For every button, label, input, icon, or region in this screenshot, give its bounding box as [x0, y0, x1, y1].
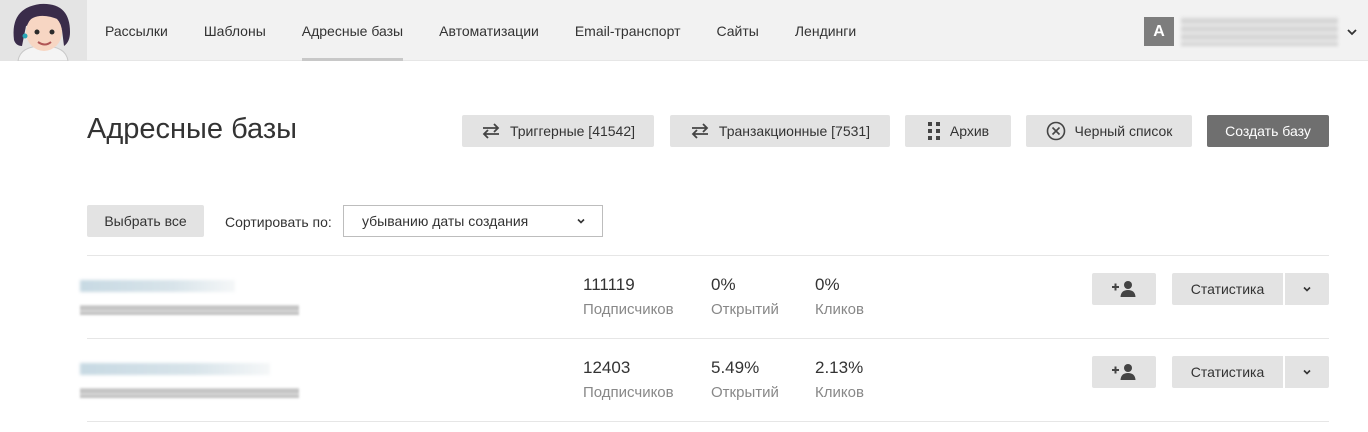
subscribers-value: 111119: [583, 275, 635, 294]
base-name-redacted[interactable]: [80, 363, 270, 375]
clicks-value: 2.13%: [815, 358, 864, 377]
clicks-label: Кликов: [815, 384, 864, 401]
transactional-button-label: Транзакционные [7531]: [718, 123, 871, 139]
nav-item-automations[interactable]: Автоматизации: [421, 0, 557, 61]
triggered-button[interactable]: Триггерные [41542]: [462, 115, 654, 147]
user-menu[interactable]: A: [1144, 17, 1358, 46]
archive-button[interactable]: Архив: [905, 115, 1011, 147]
circle-x-icon: [1046, 121, 1065, 141]
nav-item-sites[interactable]: Сайты: [699, 0, 777, 61]
table-row: 12403 Подписчиков 5.49% Открытий 2.13% К…: [80, 339, 1329, 421]
nav-item-templates[interactable]: Шаблоны: [186, 0, 284, 61]
nav-item-address-books[interactable]: Адресные базы: [284, 0, 421, 61]
add-subscriber-button[interactable]: [1092, 273, 1156, 305]
clicks-value: 0%: [815, 275, 840, 294]
opens-value: 0%: [711, 275, 736, 294]
subscribers-value: 12403: [583, 358, 631, 377]
subscribers-label: Подписчиков: [583, 301, 674, 318]
page-title: Адресные базы: [87, 113, 297, 145]
base-description-redacted: [80, 388, 299, 398]
row-actions-dropdown[interactable]: [1284, 273, 1329, 305]
user-name-redacted: [1181, 17, 1338, 46]
grid-dots-icon: [927, 122, 940, 140]
chevron-down-icon: [1347, 28, 1357, 35]
archive-button-label: Архив: [949, 123, 990, 139]
base-description-redacted: [80, 305, 299, 315]
subscribers-label: Подписчиков: [583, 384, 674, 401]
top-navigation-bar: Рассылки Шаблоны Адресные базы Автоматиз…: [0, 0, 1368, 61]
user-initial-badge: A: [1144, 17, 1174, 46]
chevron-down-icon: [1303, 369, 1311, 375]
table-row: 111119 Подписчиков 0% Открытий 0% Кликов…: [80, 256, 1329, 338]
select-all-button[interactable]: Выбрать все: [87, 205, 204, 237]
blacklist-button-label: Черный список: [1074, 123, 1173, 139]
add-user-icon: [1112, 281, 1136, 297]
sort-label: Сортировать по:: [225, 214, 332, 230]
row-divider: [87, 421, 1329, 422]
opens-label: Открытий: [711, 301, 779, 318]
opens-label: Открытий: [711, 384, 779, 401]
mascot-avatar[interactable]: [0, 0, 87, 61]
triggered-button-label: Триггерные [41542]: [509, 123, 636, 139]
nav-item-email-transport[interactable]: Email-транспорт: [557, 0, 699, 61]
clicks-label: Кликов: [815, 301, 864, 318]
blacklist-button[interactable]: Черный список: [1026, 115, 1192, 147]
swap-arrows-icon: [482, 123, 500, 139]
row-actions-dropdown[interactable]: [1284, 356, 1329, 388]
nav-item-landings[interactable]: Лендинги: [777, 0, 874, 61]
chevron-down-icon: [577, 218, 585, 224]
create-base-button[interactable]: Создать базу: [1207, 115, 1329, 147]
transactional-button[interactable]: Транзакционные [7531]: [670, 115, 890, 147]
chevron-down-icon: [1303, 286, 1311, 292]
add-subscriber-button[interactable]: [1092, 356, 1156, 388]
nav-item-campaigns[interactable]: Рассылки: [87, 0, 186, 61]
statistics-button[interactable]: Статистика: [1172, 273, 1283, 305]
sort-select-value: убыванию даты создания: [362, 213, 529, 229]
mascot-avatar-image: [13, 3, 70, 61]
sort-select[interactable]: убыванию даты создания: [343, 205, 603, 237]
swap-arrows-icon: [691, 123, 709, 139]
base-name-redacted[interactable]: [80, 280, 235, 292]
add-user-icon: [1112, 364, 1136, 380]
main-nav: Рассылки Шаблоны Адресные базы Автоматиз…: [87, 0, 874, 61]
statistics-button[interactable]: Статистика: [1172, 356, 1283, 388]
opens-value: 5.49%: [711, 358, 760, 377]
